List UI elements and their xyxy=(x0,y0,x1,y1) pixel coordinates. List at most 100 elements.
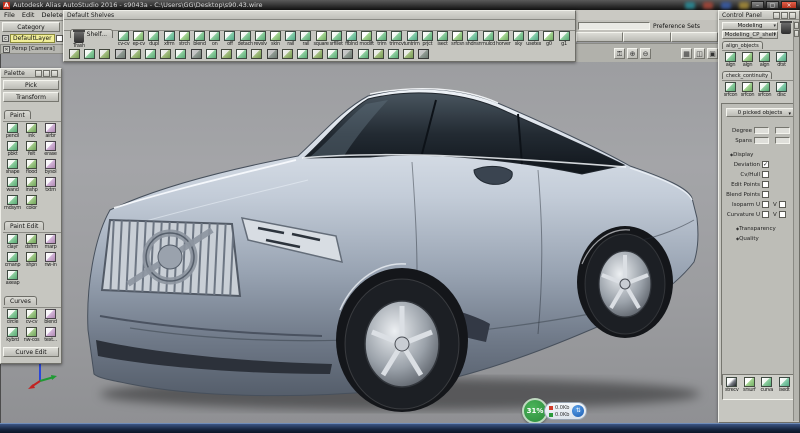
align-tool[interactable]: algn xyxy=(722,52,739,68)
palette-tab-paint-edit[interactable]: Paint Edit xyxy=(4,221,44,230)
control-panel-titlebar[interactable]: Control Panel xyxy=(719,11,799,20)
paint-tool[interactable]: mdsym xyxy=(3,195,22,213)
shelf-tool[interactable]: prjct xyxy=(420,31,435,47)
zoom-in-icon[interactable]: ⊕ xyxy=(627,48,638,59)
shelf-tool[interactable] xyxy=(325,49,340,59)
gutter-expand-icon[interactable] xyxy=(794,22,799,29)
shelf-trash[interactable]: Trash xyxy=(69,32,89,49)
close-button[interactable]: × xyxy=(781,1,797,9)
paint-edit-tool[interactable]: shpn xyxy=(22,252,41,270)
curves-tool[interactable]: blend xyxy=(41,309,60,327)
palette-pin-icon[interactable] xyxy=(43,70,50,77)
shelf-tool[interactable]: modift xyxy=(359,31,374,47)
car-model[interactable] xyxy=(70,78,710,423)
pocket-tool[interactable]: strecv xyxy=(723,377,741,399)
shelf-tool[interactable]: square xyxy=(313,31,328,47)
single-view-icon[interactable]: ▣ xyxy=(707,48,718,59)
isoparm-u-checkbox[interactable] xyxy=(762,201,769,208)
shelf-tool[interactable]: srfcsn xyxy=(450,31,465,47)
paint-tool[interactable]: ink xyxy=(22,123,41,141)
shelf-tool[interactable] xyxy=(189,49,204,59)
shelf-tool[interactable] xyxy=(82,49,97,59)
continuity-tool[interactable]: srfcon xyxy=(756,82,773,98)
panel-collapse-icon[interactable] xyxy=(773,12,780,19)
degree-field-1[interactable] xyxy=(754,127,769,134)
layer-lock-icon[interactable]: c xyxy=(2,35,9,42)
shelf-tool[interactable] xyxy=(371,49,386,59)
degree-field-2[interactable] xyxy=(775,127,790,134)
shelf-tool[interactable] xyxy=(280,49,295,59)
shelf-tool[interactable]: cv-cv xyxy=(116,31,131,47)
shelf-tool[interactable] xyxy=(401,49,416,59)
curves-tool[interactable]: nw-cos xyxy=(22,327,41,345)
shelf-tool[interactable]: off xyxy=(222,31,237,47)
shelf-tool[interactable]: untrim xyxy=(405,31,420,47)
cvhull-checkbox[interactable] xyxy=(762,171,769,178)
category-dropdown[interactable]: Category xyxy=(2,22,60,32)
paint-edit-tool[interactable]: cmanp xyxy=(3,252,22,270)
deviation-checkbox[interactable]: ✓ xyxy=(762,161,769,168)
shelf-tool[interactable]: blend xyxy=(192,31,207,47)
shelf-tool[interactable] xyxy=(113,49,128,59)
shelf-tool[interactable]: ep-cv xyxy=(131,31,146,47)
shelf-tool[interactable]: dupl xyxy=(146,31,161,47)
viewport-menu-icon[interactable]: ✕ xyxy=(3,46,10,53)
paint-tool[interactable]: airbr xyxy=(41,123,60,141)
paint-tool[interactable]: shape xyxy=(3,159,22,177)
shelf-tool[interactable] xyxy=(249,49,264,59)
panel-pin-icon[interactable] xyxy=(781,12,788,19)
panel-cycle-icon[interactable] xyxy=(789,12,796,19)
paint-tool[interactable]: inshp xyxy=(22,177,41,195)
shelf-tab-slot[interactable] xyxy=(576,32,623,42)
shelf-tool[interactable]: usetex xyxy=(526,31,541,47)
network-button-icon[interactable]: ⇅ xyxy=(572,405,584,417)
shelf-tool[interactable] xyxy=(310,49,325,59)
align-objects-tab[interactable]: align_objects xyxy=(722,41,763,49)
grid-view-icon[interactable]: ▦ xyxy=(681,48,692,59)
shelf-tool[interactable] xyxy=(143,49,158,59)
picked-objects-dropdown[interactable]: 0 picked objects xyxy=(726,108,794,117)
shelf-tab-slot[interactable] xyxy=(671,32,718,42)
shelf-tool[interactable]: xfrm xyxy=(162,31,177,47)
continuity-tool[interactable]: srfcon xyxy=(739,82,756,98)
split-view-icon[interactable]: ◫ xyxy=(694,48,705,59)
align-tool[interactable]: dtst xyxy=(773,52,790,68)
shelf-tool[interactable]: rail xyxy=(298,31,313,47)
shelf-tool[interactable]: trimcvt xyxy=(389,31,404,47)
viewport-titlebar[interactable]: ✕ Persp [Camera] xyxy=(0,44,64,54)
shelf-tool[interactable] xyxy=(416,49,431,59)
preference-sets-button[interactable]: Preference Sets xyxy=(653,23,700,30)
spans-field-2[interactable] xyxy=(775,137,790,144)
shelf-tool[interactable]: strch xyxy=(177,31,192,47)
spans-field-1[interactable] xyxy=(754,137,769,144)
cp-shelf-dropdown[interactable]: Modeling_CP_shelf xyxy=(722,31,778,39)
modeling-dropdown[interactable]: Modeling xyxy=(722,22,778,30)
shelf-tool[interactable]: sky xyxy=(511,31,526,47)
isoparm-v-checkbox[interactable] xyxy=(779,201,786,208)
maximize-button[interactable]: ▢ xyxy=(766,1,779,9)
palette-section-pick[interactable]: Pick xyxy=(3,80,59,90)
perspective-viewport[interactable]: 31% 0.0Kb 0.0Kb ⇅ xyxy=(0,53,718,423)
shelf-tool[interactable] xyxy=(295,49,310,59)
align-tool[interactable]: algn xyxy=(739,52,756,68)
paint-tool[interactable]: flood xyxy=(22,159,41,177)
shelf-tool[interactable] xyxy=(386,49,401,59)
shelf-tool[interactable]: horver xyxy=(496,31,511,47)
paint-edit-tool[interactable]: dsfrm xyxy=(22,234,41,252)
shelf-tool[interactable]: g1 xyxy=(556,31,571,47)
paint-edit-tool[interactable]: marp xyxy=(41,234,60,252)
curves-tool[interactable]: circle xyxy=(3,309,22,327)
paint-edit-tool[interactable]: clayr xyxy=(3,234,22,252)
curves-tool[interactable]: text... xyxy=(41,327,60,345)
minimize-button[interactable]: – xyxy=(751,1,764,9)
shelf-tool[interactable]: revslv xyxy=(253,31,268,47)
preference-field[interactable] xyxy=(578,22,650,30)
shelf-tool[interactable] xyxy=(158,49,173,59)
palette-section-curve-edit[interactable]: Curve Edit xyxy=(3,347,59,357)
cp-trash[interactable] xyxy=(781,23,791,34)
shelf-tool[interactable]: g0 xyxy=(541,31,556,47)
menu-item[interactable]: File xyxy=(4,11,15,19)
shelf-tool[interactable] xyxy=(264,49,279,59)
palette-section-transform[interactable]: Transform xyxy=(3,92,59,102)
paint-tool[interactable]: wand xyxy=(3,177,22,195)
